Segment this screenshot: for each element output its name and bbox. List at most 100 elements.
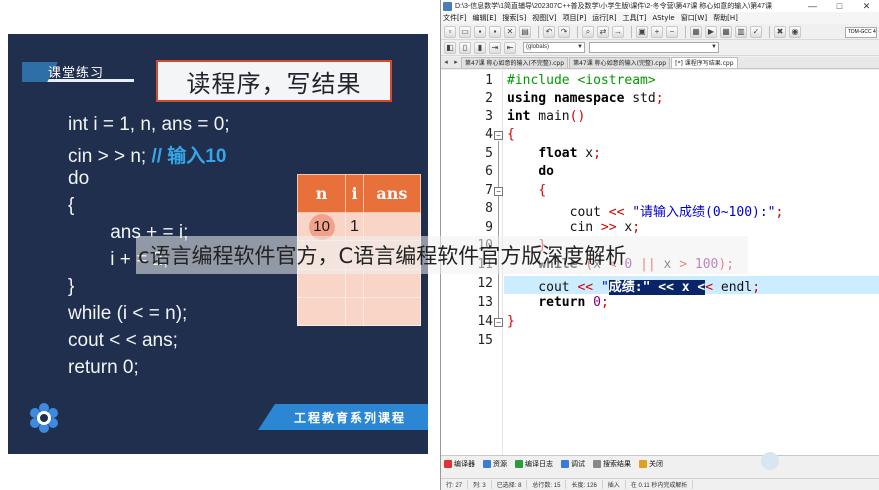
- line-number: 2: [485, 91, 493, 106]
- tab-compiler[interactable]: 编译器: [444, 459, 475, 469]
- tab-scroll-left-icon[interactable]: ◂: [441, 57, 451, 68]
- menu-window[interactable]: 窗口[W]: [681, 13, 707, 23]
- toggle-bookmark-icon[interactable]: ▯: [459, 41, 471, 54]
- maximize-button[interactable]: □: [826, 0, 853, 12]
- new-project-icon[interactable]: ▣: [636, 25, 648, 38]
- status-line-label: 行: 27: [441, 480, 469, 489]
- scope-select[interactable]: (globals) ▼: [523, 42, 585, 53]
- new-file-icon[interactable]: ▫: [444, 25, 456, 38]
- function-select[interactable]: ▼: [589, 42, 719, 53]
- menu-view[interactable]: 视图[V]: [532, 13, 556, 23]
- compile-icon[interactable]: ▦: [690, 25, 702, 38]
- menu-tools[interactable]: 工具[T]: [623, 13, 647, 23]
- save-icon[interactable]: ▪: [474, 25, 486, 38]
- code-line: do: [538, 164, 554, 179]
- tab-file-complete[interactable]: 第47课 称心如意的输入(完整).cpp: [569, 57, 671, 68]
- slide-code-line: while (i < = n);: [68, 303, 188, 324]
- file-tabs: ◂ ▸ 第47课 称心如意的输入(不完整).cpp 第47课 称心如意的输入(完…: [441, 57, 879, 69]
- tab-scroll-right-icon[interactable]: ▸: [451, 57, 461, 68]
- replace-icon[interactable]: ⇄: [597, 25, 609, 38]
- compiler-select[interactable]: TDM-GCC 4: [845, 27, 877, 38]
- print-icon[interactable]: ▤: [519, 25, 531, 38]
- menu-astyle[interactable]: AStyle: [652, 14, 674, 22]
- app-icon: [443, 1, 452, 11]
- code-line: using namespace std;: [507, 91, 664, 106]
- line-number: 9: [485, 220, 493, 235]
- code-line: cout << "请输入成绩(0~100):";: [507, 205, 784, 220]
- unindent-icon[interactable]: ⇤: [504, 41, 516, 54]
- check-syntax-icon[interactable]: ✓: [750, 25, 762, 38]
- slide-code-comment: // 输入10: [151, 146, 227, 167]
- find-icon[interactable]: ⌕: [582, 25, 594, 38]
- open-file-icon[interactable]: ▭: [459, 25, 471, 38]
- status-col-label: 列: 3: [468, 480, 492, 489]
- fold-toggle-icon[interactable]: −: [494, 131, 503, 140]
- undo-icon[interactable]: ↶: [543, 25, 555, 38]
- close-file-icon[interactable]: ✕: [504, 25, 516, 38]
- section-label: 课堂练习: [48, 66, 105, 81]
- table-cell: [296, 296, 347, 327]
- table-cell: [362, 296, 422, 327]
- chevron-down-icon: ▼: [577, 44, 583, 50]
- slide-code-line: cin > > n; // 输入10: [68, 146, 227, 167]
- indent-icon[interactable]: ⇥: [489, 41, 501, 54]
- minimize-button[interactable]: —: [799, 0, 826, 12]
- run-icon[interactable]: ▶: [705, 25, 717, 38]
- goto-bookmark-icon[interactable]: ▮: [474, 41, 486, 54]
- status-total-lines: 总行数: 15: [527, 480, 567, 489]
- code-line: float x;: [538, 146, 601, 161]
- tab-compile-log[interactable]: 编译日志: [515, 459, 553, 469]
- menu-search[interactable]: 搜索[S]: [502, 13, 526, 23]
- tab-search-results[interactable]: 搜索结果: [593, 459, 631, 469]
- code-line: return 0;: [538, 295, 609, 310]
- window-titlebar: D:\3-信息数学\1简直辅导\202307C++普及数学\小学生版\课件\2-…: [441, 0, 879, 12]
- compile-run-icon[interactable]: ▦: [720, 25, 732, 38]
- line-number: 4: [485, 127, 493, 142]
- fold-toggle-icon[interactable]: −: [494, 318, 503, 327]
- redo-icon[interactable]: ↷: [558, 25, 570, 38]
- compiler-icon: [444, 459, 452, 468]
- menu-help[interactable]: 帮助[H]: [713, 13, 738, 23]
- floating-assistant-icon[interactable]: [761, 452, 779, 470]
- close-button[interactable]: ✕: [853, 0, 879, 12]
- search-results-icon: [593, 459, 601, 468]
- slide-code-line: {: [68, 195, 75, 216]
- insert-icon[interactable]: ◧: [444, 41, 456, 54]
- gear-logo-icon: [30, 403, 58, 433]
- line-number: 6: [485, 164, 493, 179]
- code-line: }: [507, 314, 515, 329]
- slide-code-line: }: [68, 276, 75, 297]
- menu-edit[interactable]: 编辑[E]: [473, 13, 497, 23]
- code-line: cin >> x;: [507, 220, 641, 235]
- line-number: 13: [477, 295, 493, 310]
- tab-file-incomplete[interactable]: 第47课 称心如意的输入(不完整).cpp: [461, 57, 569, 68]
- rebuild-icon[interactable]: ▥: [735, 25, 747, 38]
- slide-code-line: cout < < ans;: [68, 330, 178, 351]
- save-all-icon[interactable]: ▪: [489, 25, 501, 38]
- output-panel-tabs: 编译器 资源 编译日志 调试 搜索结果 关闭: [441, 455, 879, 471]
- menu-file[interactable]: 文件[F]: [443, 13, 467, 23]
- status-insert-mode: 插入: [603, 480, 626, 489]
- table-header: n: [296, 173, 347, 214]
- line-number: 5: [485, 146, 493, 161]
- tab-close[interactable]: 关闭: [639, 459, 663, 469]
- table-header: ans: [362, 173, 422, 214]
- remove-file-icon[interactable]: −: [666, 25, 678, 38]
- menu-project[interactable]: 项目[P]: [563, 13, 587, 23]
- fold-toggle-icon[interactable]: −: [494, 187, 503, 196]
- course-series-text: 工程教育系列课程: [293, 410, 406, 425]
- scope-select-value: (globals): [526, 44, 550, 50]
- tab-file-current[interactable]: [*] 课程序写结果.cpp: [671, 57, 738, 68]
- code-line: {: [538, 183, 547, 198]
- menu-run[interactable]: 运行[R]: [592, 13, 616, 23]
- debug-icon[interactable]: ◉: [789, 25, 801, 38]
- toolbar-separator: [631, 25, 632, 38]
- course-series-banner: 工程教育系列课程: [258, 404, 428, 430]
- goto-icon[interactable]: →: [612, 25, 624, 38]
- add-file-icon[interactable]: +: [651, 25, 663, 38]
- tab-debug[interactable]: 调试: [561, 459, 585, 469]
- table-cell: [345, 296, 364, 327]
- tab-resources[interactable]: 资源: [483, 459, 507, 469]
- toolbar-separator: [538, 25, 539, 38]
- stop-icon[interactable]: ✖: [774, 25, 786, 38]
